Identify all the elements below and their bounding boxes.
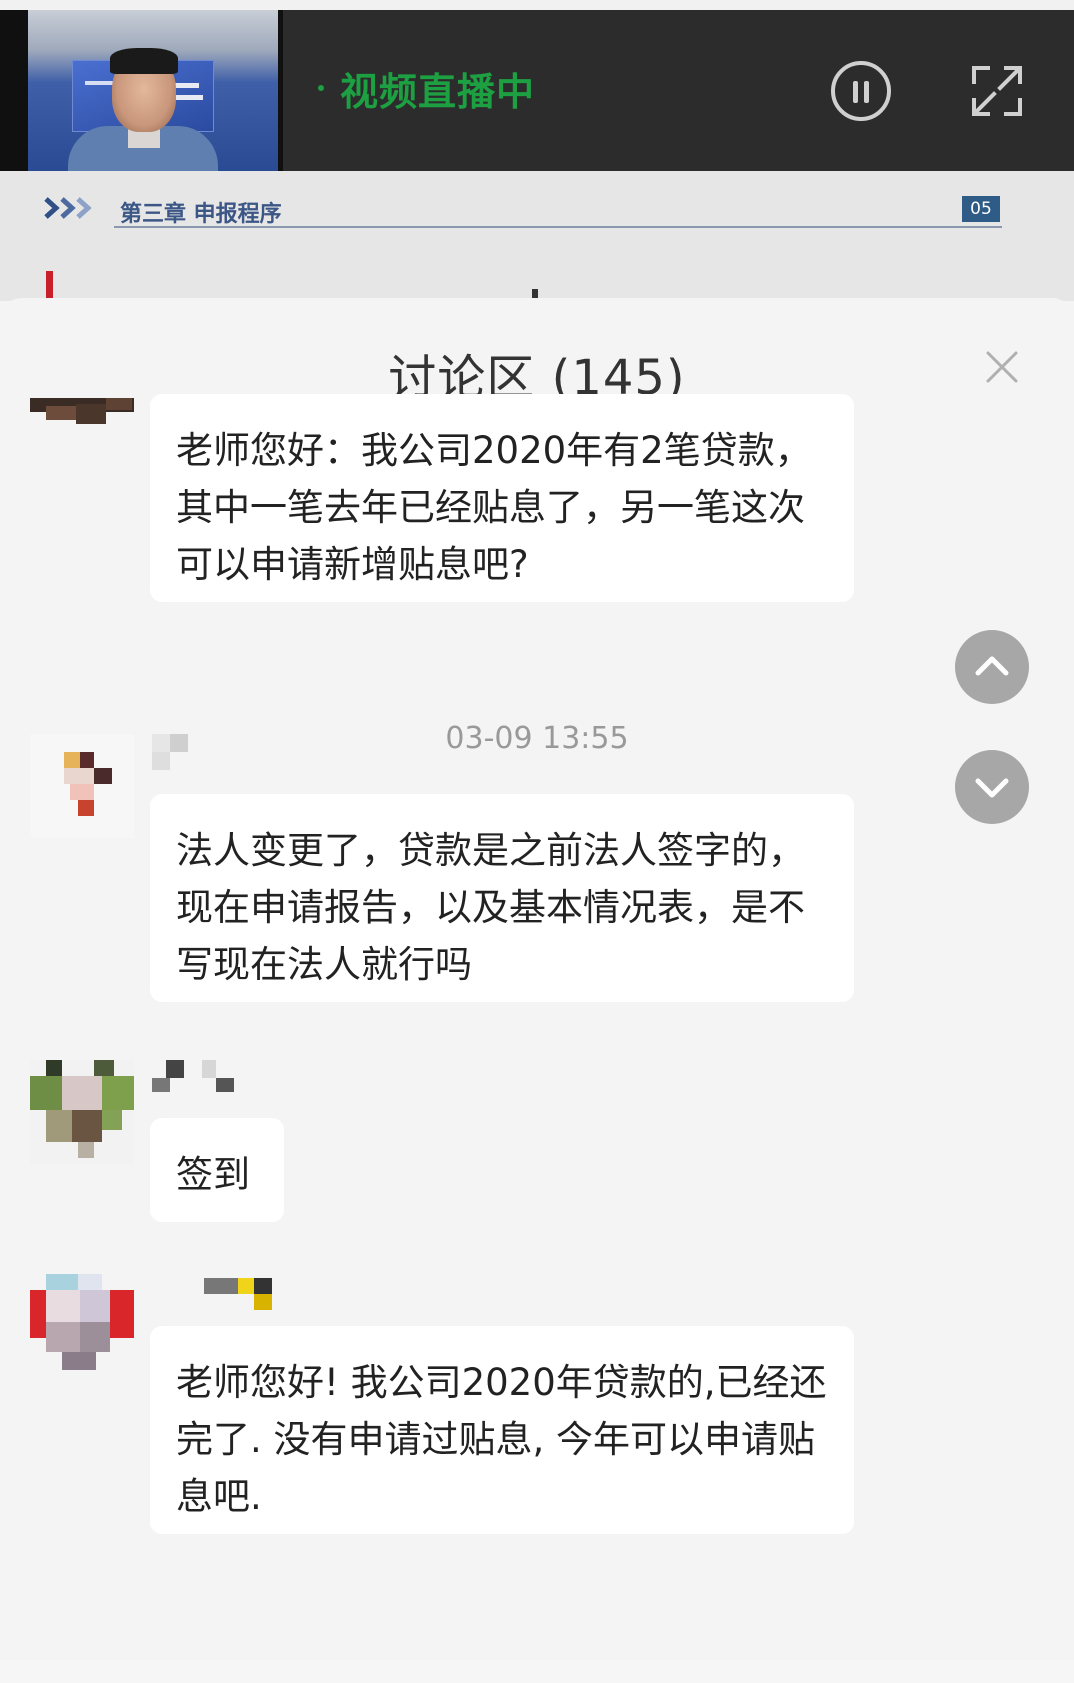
live-video-bar: 视频直播中: [0, 0, 1074, 171]
pause-icon: [853, 81, 858, 103]
slide-preview: 第三章 申报程序 05: [0, 171, 1074, 301]
message-text: 老师您好! 我公司2020年贷款的,已经还完了. 没有申请过贴息, 今年可以申请…: [176, 1361, 827, 1518]
chapter-arrows-icon: [44, 197, 92, 219]
slide-page-badge: 05: [962, 196, 1000, 222]
username: [204, 1278, 272, 1310]
discussion-panel: 讨论区 (145) 老师您好：我公司2020年有2笔贷款，其中一笔去年已经贴息了…: [0, 298, 1074, 1683]
live-dot-icon: [318, 85, 324, 91]
avatar[interactable]: [30, 734, 134, 838]
chevron-down-icon: [975, 778, 1009, 798]
pause-button[interactable]: [831, 61, 891, 121]
live-status: 视频直播中: [318, 58, 535, 118]
slide-chapter-title: 第三章 申报程序: [120, 202, 282, 227]
message-bubble: 老师您好：我公司2020年有2笔贷款，其中一笔去年已经贴息了，另一笔这次可以申请…: [150, 394, 854, 602]
avatar[interactable]: [30, 394, 134, 434]
message-bubble: 老师您好! 我公司2020年贷款的,已经还完了. 没有申请过贴息, 今年可以申请…: [150, 1326, 854, 1534]
username: [152, 734, 188, 770]
close-icon[interactable]: [985, 350, 1019, 384]
scroll-up-button[interactable]: [955, 630, 1029, 704]
username: [152, 1060, 234, 1092]
chevron-up-icon: [975, 656, 1009, 676]
message-text: 老师您好：我公司2020年有2笔贷款，其中一笔去年已经贴息了，另一笔这次可以申请…: [176, 429, 812, 586]
divider: [114, 226, 1002, 228]
message-text: 签到: [176, 1153, 250, 1196]
avatar[interactable]: [30, 1274, 134, 1378]
avatar[interactable]: [30, 1060, 134, 1164]
message-bubble: 签到: [150, 1118, 284, 1222]
scroll-down-button[interactable]: [955, 750, 1029, 824]
message-bubble: 法人变更了，贷款是之前法人签字的，现在申请报告，以及基本情况表，是不写现在法人就…: [150, 794, 854, 1002]
fullscreen-icon[interactable]: [970, 64, 1024, 118]
message-text: 法人变更了，贷款是之前法人签字的，现在申请报告，以及基本情况表，是不写现在法人就…: [176, 829, 805, 986]
video-thumbnail[interactable]: [0, 10, 283, 171]
live-status-label: 视频直播中: [340, 69, 536, 114]
